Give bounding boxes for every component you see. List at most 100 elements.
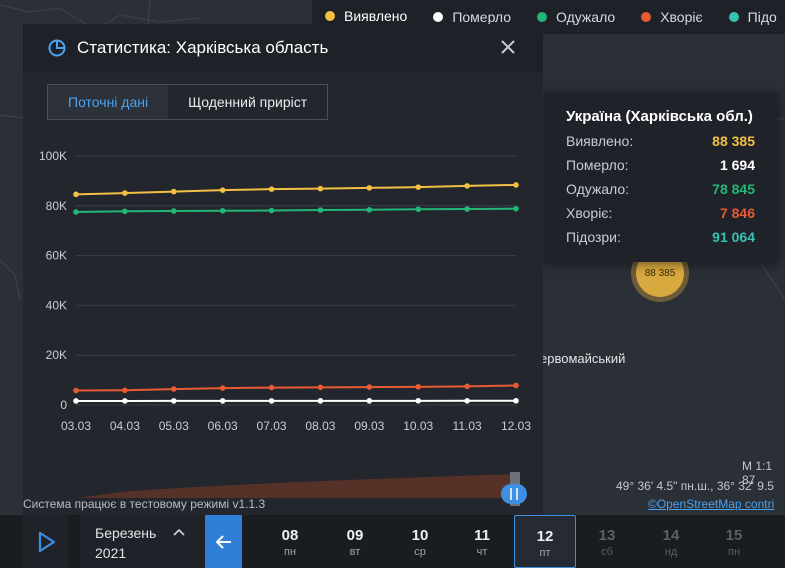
x-tick-label: 03.03 — [61, 419, 91, 433]
tab-current-data[interactable]: Поточні дані — [48, 85, 169, 119]
panel-header: Статистика: Харківська область — [23, 24, 543, 72]
x-tick-label: 04.03 — [110, 419, 140, 433]
tooltip-value: 7 846 — [719, 205, 755, 221]
statistics-panel: Статистика: Харківська область Поточні д… — [23, 24, 543, 515]
day-11[interactable]: 11 чт — [454, 515, 510, 568]
y-tick-label: 40K — [46, 298, 67, 312]
data-point — [317, 398, 324, 404]
data-point — [464, 397, 470, 404]
data-point — [73, 387, 79, 394]
data-point — [513, 397, 519, 404]
tooltip-label: Одужало: — [566, 181, 630, 197]
panel-title: Статистика: Харківська область — [77, 38, 329, 57]
day-weekday: пн — [283, 546, 297, 558]
day-number: 09 — [346, 527, 364, 544]
data-point — [464, 383, 470, 390]
data-point — [268, 186, 275, 192]
day-13[interactable]: 13 сб — [579, 515, 635, 568]
arrow-left-icon — [216, 535, 231, 549]
data-point — [122, 387, 128, 394]
tooltip-label: Підозри: — [566, 229, 621, 245]
legend-item-sick[interactable]: Хворіє — [628, 0, 715, 34]
day-weekday: пт — [539, 547, 551, 559]
tab-daily-growth[interactable]: Щоденний приріст — [168, 85, 327, 119]
y-tick-label: 100K — [39, 149, 67, 163]
data-point — [415, 384, 422, 390]
legend-dot — [433, 12, 444, 22]
data-point — [219, 187, 226, 193]
data-point — [464, 183, 470, 189]
day-10[interactable]: 10 ср — [392, 515, 448, 568]
tooltip-row: Виявлено: 88 385 — [566, 133, 755, 153]
range-navigator-area — [76, 474, 516, 498]
osm-attribution-link[interactable]: ©OpenStreetMap contri — [648, 497, 774, 511]
data-point — [268, 207, 275, 214]
data-point — [170, 188, 177, 195]
x-tick-label: 06.03 — [208, 419, 238, 433]
day-weekday: ср — [414, 546, 426, 558]
previous-button[interactable] — [205, 515, 242, 568]
day-14[interactable]: 14 нд — [643, 515, 699, 568]
data-point — [366, 185, 373, 191]
tooltip-label: Померло: — [566, 157, 629, 173]
data-point — [415, 184, 422, 190]
legend-label: Виявлено — [344, 8, 408, 24]
tooltip-value: 91 064 — [712, 229, 755, 245]
x-tick-label: 10.03 — [403, 419, 433, 433]
legend-dot — [325, 11, 335, 21]
pie-chart-icon — [48, 39, 66, 57]
day-number: 15 — [725, 527, 743, 544]
data-point — [366, 398, 373, 404]
x-tick-label: 07.03 — [257, 419, 287, 433]
legend-label: Одужало — [556, 9, 616, 25]
data-point — [170, 208, 177, 214]
series-line — [75, 384, 517, 392]
y-tick-label: 20K — [46, 348, 67, 362]
data-point — [415, 398, 422, 404]
map-coordinates: 49° 36' 4.5" пн.ш., 36° 32' 9.5 — [616, 479, 774, 493]
data-point — [170, 386, 177, 392]
y-tick-label: 80K — [46, 199, 67, 213]
data-point — [415, 206, 422, 213]
month-selector[interactable]: Березень 2021 — [80, 515, 205, 568]
day-08[interactable]: 08 пн — [262, 515, 318, 568]
tooltip-row: Одужало: 78 845 — [566, 181, 755, 201]
x-tick-label: 05.03 — [159, 419, 189, 433]
data-point — [317, 207, 324, 213]
play-button[interactable] — [23, 515, 68, 568]
chevron-up-icon — [173, 528, 185, 536]
play-icon — [38, 531, 56, 553]
day-12-selected[interactable]: 12 пт — [514, 515, 576, 568]
legend-item-suspected[interactable]: Підо — [716, 0, 785, 34]
day-15[interactable]: 15 пн — [706, 515, 762, 568]
view-tabs: Поточні дані Щоденний приріст — [47, 84, 329, 120]
day-number: 13 — [598, 527, 616, 544]
timeline-bar: Березень 2021 08 пн 09 вт 10 ср 11 чт 12 пт 1… — [0, 515, 785, 568]
data-point — [268, 398, 275, 404]
range-handle — [501, 484, 527, 504]
data-point — [513, 382, 519, 389]
data-point — [73, 398, 79, 404]
day-number: 11 — [474, 527, 490, 544]
tooltip-row: Хворіє: 7 846 — [566, 205, 755, 225]
day-number: 14 — [662, 527, 680, 544]
tooltip-title: Україна (Харківська обл.) — [566, 108, 753, 125]
x-tick-label: 08.03 — [305, 419, 335, 433]
tooltip-value: 78 845 — [712, 181, 755, 197]
data-point — [170, 398, 177, 404]
data-point — [513, 182, 519, 188]
y-tick-label: 60K — [46, 249, 67, 263]
tooltip-label: Хворіє: — [566, 205, 613, 221]
tooltip-label: Виявлено: — [566, 133, 634, 149]
x-tick-label: 11.03 — [453, 419, 482, 433]
legend-dot — [641, 12, 652, 22]
day-weekday: пн — [727, 546, 741, 558]
data-point — [73, 209, 79, 215]
close-icon[interactable] — [499, 38, 517, 56]
x-tick-label: 12.03 — [501, 419, 531, 433]
tooltip-value: 1 694 — [719, 157, 755, 173]
region-tooltip: Україна (Харківська обл.) Виявлено: 88 38… — [544, 93, 777, 262]
legend-label: Хворіє — [660, 9, 703, 25]
tooltip-row: Померло: 1 694 — [566, 157, 755, 177]
day-09[interactable]: 09 вт — [327, 515, 383, 568]
